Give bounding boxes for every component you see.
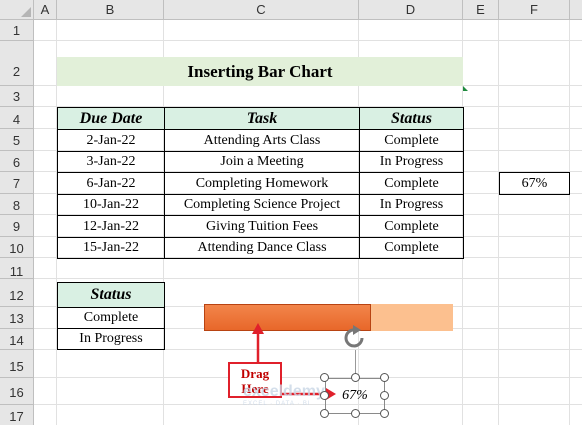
resize-handle[interactable]	[320, 409, 329, 418]
row-header-1[interactable]: 1	[0, 20, 34, 41]
status-list-item[interactable]: Complete	[57, 307, 165, 329]
column-header-b[interactable]: B	[57, 0, 164, 20]
row-header-14[interactable]: 14	[0, 329, 34, 350]
row-header-12[interactable]: 12	[0, 279, 34, 307]
error-indicator-icon	[463, 86, 468, 91]
resize-handle[interactable]	[320, 373, 329, 382]
header-task[interactable]: Task	[164, 107, 360, 130]
resize-handle[interactable]	[320, 391, 329, 400]
table-cell-status[interactable]: Complete	[359, 129, 464, 152]
table-cell-date[interactable]: 12-Jan-22	[57, 215, 165, 238]
percent-cell[interactable]: 67%	[499, 172, 570, 195]
resize-handle[interactable]	[380, 391, 389, 400]
header-status[interactable]: Status	[359, 107, 464, 130]
status-list-header[interactable]: Status	[57, 282, 165, 308]
table-cell-status[interactable]: In Progress	[359, 194, 464, 216]
table-cell-date[interactable]: 10-Jan-22	[57, 194, 165, 216]
table-cell-task[interactable]: Join a Meeting	[164, 151, 360, 173]
row-header-4[interactable]: 4	[0, 107, 34, 129]
table-cell-status[interactable]: Complete	[359, 215, 464, 238]
table-cell-task[interactable]: Completing Homework	[164, 172, 360, 195]
row-header-10[interactable]: 10	[0, 237, 34, 258]
row-header-7[interactable]: 7	[0, 172, 34, 194]
table-cell-status[interactable]: Complete	[359, 172, 464, 195]
table-cell-task[interactable]: Attending Arts Class	[164, 129, 360, 152]
table-cell-status[interactable]: In Progress	[359, 151, 464, 173]
column-header-f[interactable]: F	[499, 0, 570, 20]
watermark-tagline: EXCEL · DATA · BI	[243, 401, 311, 407]
column-header-a[interactable]: A	[34, 0, 57, 20]
table-cell-task[interactable]: Giving Tuition Fees	[164, 215, 360, 238]
header-due-date[interactable]: Due Date	[57, 107, 165, 130]
resize-handle[interactable]	[351, 409, 360, 418]
spreadsheet: A B C D E F 1 2 3 4 5 6 7 8 9 10 11 12 1…	[0, 0, 582, 425]
table-cell-date[interactable]: 6-Jan-22	[57, 172, 165, 195]
select-all-corner[interactable]	[0, 0, 34, 20]
row-header-8[interactable]: 8	[0, 194, 34, 215]
table-cell-date[interactable]: 15-Jan-22	[57, 237, 165, 259]
row-header-3[interactable]: 3	[0, 86, 34, 107]
table-cell-task[interactable]: Attending Dance Class	[164, 237, 360, 259]
table-cell-status[interactable]: Complete	[359, 237, 464, 259]
row-header-15[interactable]: 15	[0, 350, 34, 378]
resize-handle[interactable]	[351, 373, 360, 382]
row-header-11[interactable]: 11	[0, 258, 34, 279]
row-header-16[interactable]: 16	[0, 378, 34, 405]
column-header-g[interactable]	[570, 0, 582, 20]
row-header-2[interactable]: 2	[0, 41, 34, 86]
resize-handle[interactable]	[380, 409, 389, 418]
rotate-handle-icon[interactable]	[340, 324, 370, 352]
row-header-17[interactable]: 17	[0, 405, 34, 425]
resize-handle[interactable]	[380, 373, 389, 382]
watermark-logo: exceldemy EXCEL · DATA · BI	[243, 383, 325, 407]
table-cell-date[interactable]: 3-Jan-22	[57, 151, 165, 173]
column-header-c[interactable]: C	[164, 0, 359, 20]
row-header-5[interactable]: 5	[0, 129, 34, 151]
sheet-title[interactable]: Inserting Bar Chart	[57, 57, 463, 86]
column-header-d[interactable]: D	[359, 0, 463, 20]
row-header-13[interactable]: 13	[0, 307, 34, 329]
row-header-9[interactable]: 9	[0, 215, 34, 237]
row-header-6[interactable]: 6	[0, 151, 34, 172]
status-list-item[interactable]: In Progress	[57, 328, 165, 350]
table-cell-date[interactable]: 2-Jan-22	[57, 129, 165, 152]
watermark-brand: exceldemy	[243, 383, 325, 400]
table-cell-task[interactable]: Completing Science Project	[164, 194, 360, 216]
column-header-e[interactable]: E	[463, 0, 499, 20]
